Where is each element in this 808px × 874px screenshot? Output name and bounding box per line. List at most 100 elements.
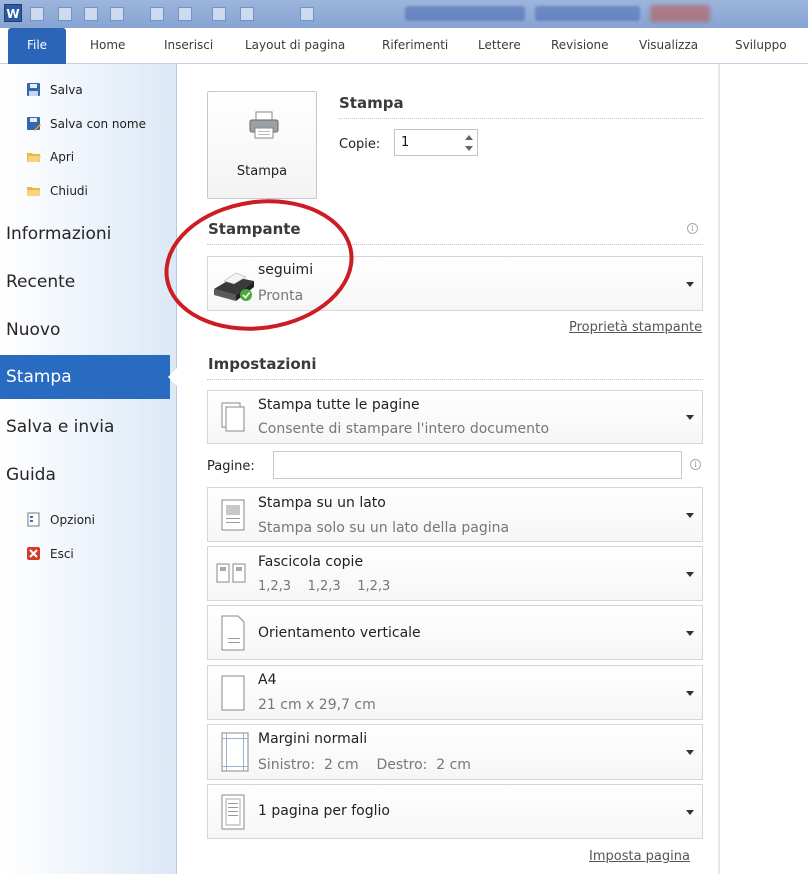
page-setup-link[interactable]: Imposta pagina [589, 849, 690, 864]
option-title: Fascicola copie [258, 554, 364, 570]
option-subtitle: Consente di stampare l'intero documento [258, 421, 550, 437]
tab-lettere[interactable]: Lettere [478, 38, 521, 52]
list-icon[interactable] [240, 7, 254, 21]
save-qat-icon[interactable] [84, 7, 98, 21]
tab-riferimenti[interactable]: Riferimenti [382, 38, 448, 52]
window-controls-blurred [650, 5, 710, 22]
title-bar: W [0, 0, 808, 28]
chevron-down-icon [686, 690, 694, 696]
new-doc-icon[interactable] [30, 7, 44, 21]
orientation-select[interactable]: Orientamento verticale [207, 605, 703, 660]
tab-sviluppo[interactable]: Sviluppo [735, 38, 787, 52]
open-folder-icon [26, 149, 41, 164]
chevron-down-icon [686, 281, 694, 287]
nav-apri[interactable]: Apri [26, 149, 74, 164]
copies-stepper[interactable]: 1 [394, 129, 478, 156]
nav-salva[interactable]: Salva [26, 82, 83, 97]
option-subtitle: 21 cm x 29,7 cm [258, 697, 376, 713]
paper-size-icon [220, 674, 246, 716]
options-icon [26, 512, 41, 527]
pages-label: Pagine: [207, 459, 255, 474]
pages-per-sheet-icon [220, 793, 246, 835]
close-folder-icon [26, 183, 41, 198]
open-icon[interactable] [58, 7, 72, 21]
one-sided-icon [220, 498, 246, 536]
option-title: 1 pagina per foglio [258, 803, 390, 819]
option-subtitle: Stampa solo su un lato della pagina [258, 520, 510, 536]
pane-divider [718, 64, 720, 874]
nav-recente[interactable]: Recente [6, 262, 171, 302]
title-text-blurred [405, 6, 525, 21]
tab-layout[interactable]: Layout di pagina [245, 38, 345, 52]
tab-inserisci[interactable]: Inserisci [164, 38, 213, 52]
portrait-icon [220, 614, 246, 656]
paper-size-select[interactable]: A4 21 cm x 29,7 cm [207, 665, 703, 720]
nav-salva-con-nome-label: Salva con nome [50, 116, 146, 131]
pages-per-sheet-select[interactable]: 1 pagina per foglio [207, 784, 703, 839]
divider [207, 379, 703, 380]
nav-stampa[interactable]: Stampa [0, 355, 178, 399]
ribbon-tabs: File Home Inserisci Layout di pagina Rif… [0, 28, 808, 64]
printer-icon [248, 110, 280, 139]
option-title: Margini normali [258, 731, 368, 747]
chevron-down-icon [686, 809, 694, 815]
info-icon[interactable]: i [687, 223, 698, 234]
app-name-blurred [535, 6, 640, 21]
spin-down-icon[interactable] [465, 146, 473, 151]
tab-visualizza[interactable]: Visualizza [639, 38, 698, 52]
impostazioni-section-title: Impostazioni [208, 355, 317, 373]
chevron-down-icon [686, 630, 694, 636]
option-title: Stampa su un lato [258, 495, 386, 511]
undo-icon[interactable] [150, 7, 164, 21]
nav-opzioni-label: Opzioni [50, 512, 95, 527]
collate-icon [216, 561, 250, 591]
print-button-label: Stampa [236, 164, 288, 179]
nav-nuovo[interactable]: Nuovo [6, 310, 171, 350]
format-icon[interactable] [212, 7, 226, 21]
word-logo-icon[interactable]: W [4, 4, 22, 22]
tab-home[interactable]: Home [90, 38, 125, 52]
nav-chiudi-label: Chiudi [50, 183, 88, 198]
nav-esci-label: Esci [50, 546, 74, 561]
nav-apri-label: Apri [50, 149, 75, 164]
chevron-down-icon [686, 415, 694, 420]
copies-label: Copie: [339, 137, 381, 152]
option-title: Orientamento verticale [258, 625, 421, 641]
print-range-select[interactable]: Stampa tutte le pagine Consente di stamp… [207, 390, 703, 444]
save-icon [26, 82, 41, 97]
sides-select[interactable]: Stampa su un lato Stampa solo su un lato… [207, 487, 703, 542]
tab-file[interactable]: File [8, 28, 66, 64]
nav-guida[interactable]: Guida [6, 455, 171, 495]
nav-opzioni[interactable]: Opzioni [26, 512, 95, 527]
save-as-icon [26, 116, 41, 131]
spin-up-icon[interactable] [465, 135, 473, 140]
margins-select[interactable]: Margini normali Sinistro: 2 cm Destro: 2… [207, 724, 703, 780]
print-button[interactable]: Stampa [207, 91, 317, 199]
print-qat-icon[interactable] [110, 7, 124, 21]
info-icon[interactable]: i [690, 459, 701, 470]
tab-revisione[interactable]: Revisione [551, 38, 609, 52]
chevron-down-icon [686, 512, 694, 518]
nav-salva-e-invia[interactable]: Salva e invia [6, 407, 171, 447]
redo-icon[interactable] [178, 7, 192, 21]
nav-chiudi[interactable]: Chiudi [26, 183, 88, 198]
chevron-down-icon [686, 571, 694, 577]
option-title: Stampa tutte le pagine [258, 397, 420, 413]
collate-select[interactable]: Fascicola copie 1,2,3 1,2,3 1,2,3 [207, 546, 703, 601]
chevron-down-icon [686, 750, 694, 755]
nav-informazioni[interactable]: Informazioni [6, 214, 171, 254]
printer-properties-link[interactable]: Proprietà stampante [569, 320, 702, 335]
pages-stack-icon [220, 401, 246, 439]
option-subtitle: Sinistro: 2 cm Destro: 2 cm [258, 757, 471, 773]
pages-input[interactable] [273, 451, 682, 479]
stampa-section-title: Stampa [339, 94, 404, 112]
nav-salva-con-nome[interactable]: Salva con nome [26, 116, 146, 131]
nav-esci[interactable]: Esci [26, 546, 74, 561]
exit-icon [26, 546, 41, 561]
table-icon[interactable] [300, 7, 314, 21]
nav-salva-label: Salva [50, 82, 83, 97]
option-title: A4 [258, 672, 277, 688]
option-subtitle: 1,2,3 1,2,3 1,2,3 [258, 579, 391, 594]
margins-icon [220, 731, 250, 777]
copies-value: 1 [401, 135, 410, 150]
